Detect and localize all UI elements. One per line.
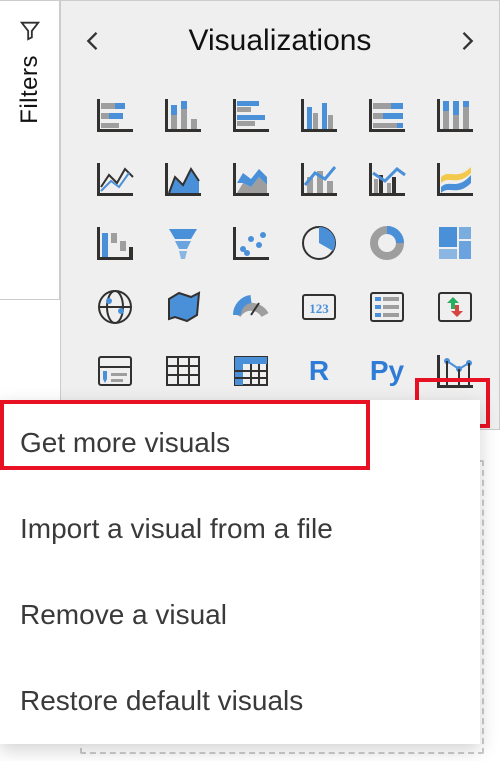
python-visual-icon[interactable]: Py — [363, 347, 411, 395]
area-chart-icon[interactable] — [159, 155, 207, 203]
line-chart-icon[interactable] — [91, 155, 139, 203]
svg-text:123: 123 — [309, 301, 329, 316]
card-icon[interactable]: 123 — [295, 283, 343, 331]
menu-import-visual-from-file[interactable]: Import a visual from a file — [0, 486, 480, 572]
donut-chart-icon[interactable] — [363, 219, 411, 267]
waterfall-chart-icon[interactable] — [91, 219, 139, 267]
key-influencers-icon[interactable] — [431, 347, 479, 395]
chevron-right-icon[interactable] — [453, 27, 481, 55]
gauge-icon[interactable] — [227, 283, 275, 331]
menu-get-more-visuals[interactable]: Get more visuals — [0, 400, 480, 486]
line-and-stacked-column-chart-icon[interactable] — [295, 155, 343, 203]
filters-label: Filters — [16, 55, 44, 124]
ribbon-chart-icon[interactable] — [431, 155, 479, 203]
visualizations-panel: Visualizations 123 R — [60, 0, 500, 430]
more-visuals-menu: Get more visuals Import a visual from a … — [0, 400, 480, 744]
pie-chart-icon[interactable] — [295, 219, 343, 267]
treemap-icon[interactable] — [431, 219, 479, 267]
menu-remove-visual[interactable]: Remove a visual — [0, 572, 480, 658]
visualizations-title: Visualizations — [189, 24, 372, 58]
scatter-chart-icon[interactable] — [227, 219, 275, 267]
line-and-clustered-column-chart-icon[interactable] — [363, 155, 411, 203]
funnel-chart-icon[interactable] — [159, 219, 207, 267]
clustered-column-chart-icon[interactable] — [295, 91, 343, 139]
table-icon[interactable] — [159, 347, 207, 395]
menu-restore-default-visuals[interactable]: Restore default visuals — [0, 658, 480, 744]
kpi-icon[interactable] — [431, 283, 479, 331]
visualizations-header: Visualizations — [61, 1, 499, 71]
clustered-bar-chart-icon[interactable] — [227, 91, 275, 139]
100-stacked-column-chart-icon[interactable] — [431, 91, 479, 139]
visualizations-grid: 123 R Py — [61, 71, 499, 395]
r-script-visual-icon[interactable]: R — [295, 347, 343, 395]
multi-row-card-icon[interactable] — [363, 283, 411, 331]
chevron-left-icon[interactable] — [79, 27, 107, 55]
matrix-icon[interactable] — [227, 347, 275, 395]
filters-pane-tab[interactable]: Filters — [0, 0, 60, 300]
map-icon[interactable] — [91, 283, 139, 331]
filled-map-icon[interactable] — [159, 283, 207, 331]
stacked-area-chart-icon[interactable] — [227, 155, 275, 203]
stacked-bar-chart-icon[interactable] — [91, 91, 139, 139]
stacked-column-chart-icon[interactable] — [159, 91, 207, 139]
funnel-icon — [19, 19, 41, 41]
100-stacked-bar-chart-icon[interactable] — [363, 91, 411, 139]
slicer-icon[interactable] — [91, 347, 139, 395]
